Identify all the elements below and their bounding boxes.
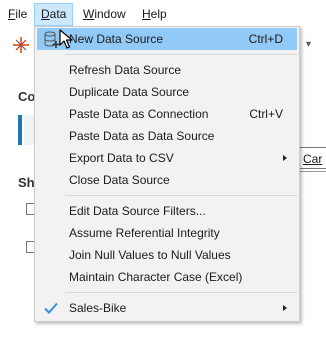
menu-item-assume-referential-integrity[interactable]: Assume Referential Integrity [37,222,297,244]
menu-window-mnemonic: W [83,7,95,21]
menu-item-label: New Data Source [69,32,164,46]
connections-section-title: Co [18,89,36,104]
menu-item-sales-bike[interactable]: Sales-Bike [37,297,297,319]
menu-item-label: Refresh Data Source [69,63,182,77]
menu-item-label: Export Data to CSV [69,151,174,165]
datasource-selected-indicator [18,115,22,145]
toolbar-dropdown-chevron-icon[interactable]: ▾ [306,39,311,50]
menu-help-rest: elp [150,7,167,21]
canvas-divider [296,171,326,172]
check-icon [44,302,58,314]
menu-window[interactable]: Window [77,4,132,24]
menu-item-maintain-character-case[interactable]: Maintain Character Case (Excel) [37,266,297,288]
data-menu-dropdown: New Data Source Ctrl+D Refresh Data Sour… [34,26,300,322]
menu-item-shortcut: Ctrl+D [248,32,283,46]
mouse-cursor-icon [59,29,73,49]
menu-item-label: Edit Data Source Filters... [69,204,206,218]
menu-item-paste-as-connection[interactable]: Paste Data as Connection Ctrl+V [37,103,297,125]
partial-canvas-button[interactable]: Car [296,147,326,169]
menu-item-join-null-values[interactable]: Join Null Values to Null Values [37,244,297,266]
menu-item-label: Sales-Bike [69,301,127,315]
submenu-arrow-icon [283,155,287,161]
menu-item-paste-as-data-source[interactable]: Paste Data as Data Source [37,125,297,147]
menu-help-mnemonic: H [142,7,151,21]
menu-bar: File Data Window Help [0,0,326,27]
menu-item-refresh-data-source[interactable]: Refresh Data Source [37,59,297,81]
menu-item-label: Join Null Values to Null Values [69,248,231,262]
menu-item-export-data-to-csv[interactable]: Export Data to CSV [37,147,297,169]
menu-file-rest: ile [15,7,28,21]
menu-item-label: Assume Referential Integrity [69,226,220,240]
menu-item-duplicate-data-source[interactable]: Duplicate Data Source [37,81,297,103]
tableau-logo-icon[interactable] [12,36,30,54]
menu-item-close-data-source[interactable]: Close Data Source [37,169,297,191]
submenu-arrow-icon [283,305,287,311]
menu-item-label: Paste Data as Data Source [69,129,215,143]
menu-item-edit-data-source-filters[interactable]: Edit Data Source Filters... [37,200,297,222]
menu-file[interactable]: File [2,4,33,24]
menu-item-label: Paste Data as Connection [69,107,209,121]
datasource-entry[interactable] [24,115,34,145]
menu-item-shortcut: Ctrl+V [249,107,283,121]
menu-data[interactable]: Data [34,3,74,26]
menu-item-label: Duplicate Data Source [69,85,190,99]
menu-help[interactable]: Help [136,4,173,24]
app-window: ▾ Co Sh Car File Data Window Help New Da… [0,0,326,338]
menu-separator [65,54,297,55]
menu-separator [65,195,297,196]
menu-item-label: Maintain Character Case (Excel) [69,270,243,284]
menu-data-mnemonic: D [41,7,50,21]
sheets-section-title: Sh [18,175,35,190]
menu-window-rest: indow [94,7,126,21]
menu-item-label: Close Data Source [69,173,170,187]
menu-separator [65,292,297,293]
menu-item-new-data-source[interactable]: New Data Source Ctrl+D [37,28,297,50]
menu-data-rest: ata [49,7,67,21]
